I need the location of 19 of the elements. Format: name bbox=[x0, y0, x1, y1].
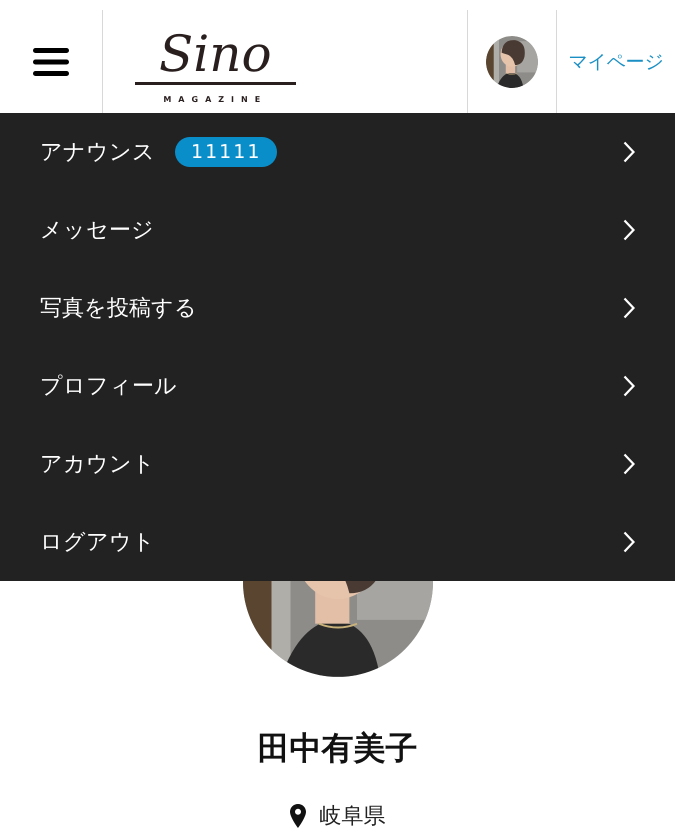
menu-item[interactable]: メッセージ bbox=[0, 191, 675, 269]
menu-item[interactable]: アカウント bbox=[0, 425, 675, 503]
logo[interactable]: Sino MAGAZINE bbox=[135, 20, 296, 104]
chevron-right-icon bbox=[623, 141, 635, 163]
location-text: 岐阜県 bbox=[320, 802, 386, 831]
location-pin-icon bbox=[290, 804, 306, 828]
menu-icon bbox=[33, 48, 69, 76]
chevron-right-icon bbox=[623, 453, 635, 475]
profile-name: 田中有美子 bbox=[258, 728, 418, 769]
menu-item[interactable]: 写真を投稿する bbox=[0, 269, 675, 347]
chevron-right-icon bbox=[623, 375, 635, 397]
count-badge: 11111 bbox=[175, 137, 278, 167]
menu-item[interactable]: アナウンス 11111 bbox=[0, 113, 675, 191]
chevron-right-icon bbox=[623, 219, 635, 241]
menu-item[interactable]: プロフィール bbox=[0, 347, 675, 425]
menu-item[interactable]: ログアウト bbox=[0, 503, 675, 581]
chevron-right-icon bbox=[623, 531, 635, 553]
chevron-right-icon bbox=[623, 297, 635, 319]
mypage-link[interactable]: マイページ bbox=[557, 10, 675, 113]
